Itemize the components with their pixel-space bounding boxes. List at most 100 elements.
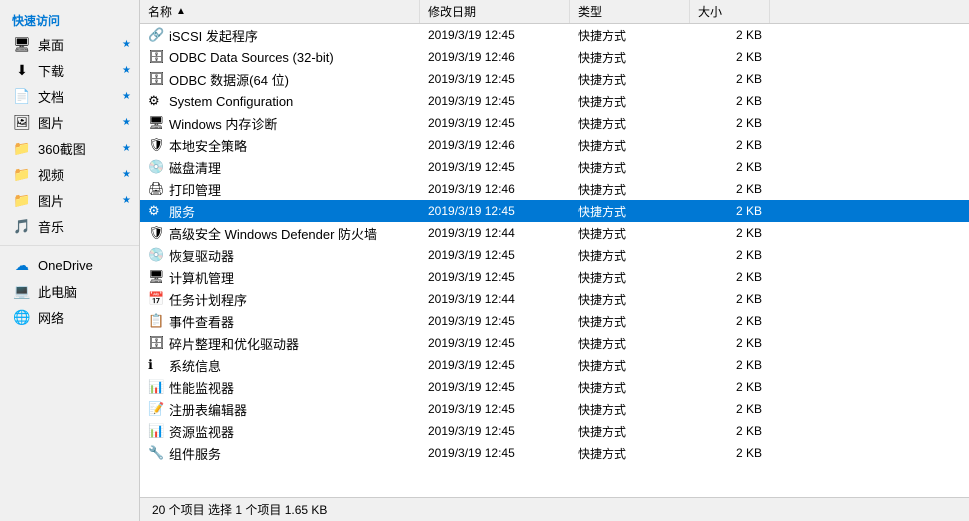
file-name-cell: 📅 任务计划程序 bbox=[140, 290, 420, 309]
file-name: 计算机管理 bbox=[169, 268, 234, 287]
downloads-icon: ⬇ bbox=[12, 60, 32, 80]
col-header-name[interactable]: 名称 ▲ bbox=[140, 0, 420, 23]
file-date-cell: 2019/3/19 12:44 bbox=[420, 226, 570, 240]
file-size-cell: 2 KB bbox=[690, 182, 770, 196]
file-name: 注册表编辑器 bbox=[169, 400, 247, 419]
pin-icon: ★ bbox=[122, 195, 131, 206]
col-header-date[interactable]: 修改日期 bbox=[420, 0, 570, 23]
file-icon: 📝 bbox=[148, 401, 164, 417]
file-name-cell: 🖥 计算机管理 bbox=[140, 268, 420, 287]
table-row[interactable]: ⚙ 服务 2019/3/19 12:45 快捷方式 2 KB bbox=[140, 200, 969, 222]
sidebar-item-network[interactable]: 🌐 网络 bbox=[0, 304, 139, 330]
table-row[interactable]: 📝 注册表编辑器 2019/3/19 12:45 快捷方式 2 KB bbox=[140, 398, 969, 420]
sidebar-item-pictures[interactable]: 📁 图片 ★ bbox=[0, 187, 139, 213]
file-icon: 🔧 bbox=[148, 445, 164, 461]
file-type-cell: 快捷方式 bbox=[570, 27, 690, 44]
file-name: 性能监视器 bbox=[169, 378, 234, 397]
file-name: 碎片整理和优化驱动器 bbox=[169, 334, 299, 353]
file-date-cell: 2019/3/19 12:45 bbox=[420, 204, 570, 218]
table-row[interactable]: 🖨 打印管理 2019/3/19 12:46 快捷方式 2 KB bbox=[140, 178, 969, 200]
file-date-cell: 2019/3/19 12:45 bbox=[420, 28, 570, 42]
table-row[interactable]: 📋 事件查看器 2019/3/19 12:45 快捷方式 2 KB bbox=[140, 310, 969, 332]
file-name-cell: ⚙ 服务 bbox=[140, 202, 420, 221]
file-name-cell: 🗄 ODBC Data Sources (32-bit) bbox=[140, 49, 420, 65]
file-name: 资源监视器 bbox=[169, 422, 234, 441]
file-type-cell: 快捷方式 bbox=[570, 181, 690, 198]
table-row[interactable]: 🗄 ODBC Data Sources (32-bit) 2019/3/19 1… bbox=[140, 46, 969, 68]
table-row[interactable]: 🗄 ODBC 数据源(64 位) 2019/3/19 12:45 快捷方式 2 … bbox=[140, 68, 969, 90]
table-row[interactable]: ⚙ System Configuration 2019/3/19 12:45 快… bbox=[140, 90, 969, 112]
table-row[interactable]: 🛡 本地安全策略 2019/3/19 12:46 快捷方式 2 KB bbox=[140, 134, 969, 156]
table-row[interactable]: 💿 恢复驱动器 2019/3/19 12:45 快捷方式 2 KB bbox=[140, 244, 969, 266]
docs-icon: 📄 bbox=[12, 86, 32, 106]
file-size-cell: 2 KB bbox=[690, 50, 770, 64]
file-name-cell: 🔗 iSCSI 发起程序 bbox=[140, 26, 420, 45]
file-name-cell: 🗄 ODBC 数据源(64 位) bbox=[140, 70, 420, 89]
file-name-cell: 🔧 组件服务 bbox=[140, 444, 420, 463]
music-icon: 🎵 bbox=[12, 216, 32, 236]
file-icon: 💿 bbox=[148, 247, 164, 263]
file-icon: 💿 bbox=[148, 159, 164, 175]
table-row[interactable]: 🗄 碎片整理和优化驱动器 2019/3/19 12:45 快捷方式 2 KB bbox=[140, 332, 969, 354]
table-row[interactable]: 🔗 iSCSI 发起程序 2019/3/19 12:45 快捷方式 2 KB bbox=[140, 24, 969, 46]
sidebar-item-music[interactable]: 🎵 音乐 bbox=[0, 213, 139, 239]
file-size-cell: 2 KB bbox=[690, 446, 770, 460]
status-text: 20 个项目 选择 1 个项目 1.65 KB bbox=[152, 501, 327, 518]
file-type-cell: 快捷方式 bbox=[570, 159, 690, 176]
sidebar-item-label: 图片 bbox=[38, 191, 120, 210]
file-size-cell: 2 KB bbox=[690, 292, 770, 306]
sidebar-item-desktop[interactable]: 🖥 桌面 ★ bbox=[0, 31, 139, 57]
file-icon: ⚙ bbox=[148, 93, 164, 109]
file-size-cell: 2 KB bbox=[690, 314, 770, 328]
table-row[interactable]: 🖥 Windows 内存诊断 2019/3/19 12:45 快捷方式 2 KB bbox=[140, 112, 969, 134]
sidebar-item-docs[interactable]: 📄 文档 ★ bbox=[0, 83, 139, 109]
pin-icon: ★ bbox=[122, 91, 131, 102]
sidebar-item-onedrive[interactable]: ☁ OneDrive bbox=[0, 252, 139, 278]
table-row[interactable]: 📅 任务计划程序 2019/3/19 12:44 快捷方式 2 KB bbox=[140, 288, 969, 310]
file-list[interactable]: 🔗 iSCSI 发起程序 2019/3/19 12:45 快捷方式 2 KB 🗄… bbox=[140, 24, 969, 497]
file-icon: 📋 bbox=[148, 313, 164, 329]
file-icon: 🛡 bbox=[148, 225, 164, 241]
table-row[interactable]: 📊 资源监视器 2019/3/19 12:45 快捷方式 2 KB bbox=[140, 420, 969, 442]
file-name-cell: 📊 性能监视器 bbox=[140, 378, 420, 397]
file-size-cell: 2 KB bbox=[690, 116, 770, 130]
file-icon: 🗄 bbox=[148, 49, 164, 65]
col-header-type[interactable]: 类型 bbox=[570, 0, 690, 23]
file-date-cell: 2019/3/19 12:45 bbox=[420, 358, 570, 372]
col-header-size[interactable]: 大小 bbox=[690, 0, 770, 23]
sidebar-item-videos[interactable]: 📁 视频 ★ bbox=[0, 161, 139, 187]
sidebar-item-360[interactable]: 📁 360截图 ★ bbox=[0, 135, 139, 161]
sidebar-item-label: 文档 bbox=[38, 87, 120, 106]
file-name-cell: ⚙ System Configuration bbox=[140, 93, 420, 109]
file-icon: 📅 bbox=[148, 291, 164, 307]
file-name: 任务计划程序 bbox=[169, 290, 247, 309]
file-size-cell: 2 KB bbox=[690, 94, 770, 108]
file-size-cell: 2 KB bbox=[690, 248, 770, 262]
file-icon: 🖨 bbox=[148, 181, 164, 197]
table-row[interactable]: ℹ 系统信息 2019/3/19 12:45 快捷方式 2 KB bbox=[140, 354, 969, 376]
file-icon: ℹ bbox=[148, 357, 164, 373]
file-size-cell: 2 KB bbox=[690, 336, 770, 350]
file-date-cell: 2019/3/19 12:45 bbox=[420, 336, 570, 350]
file-icon: 🗄 bbox=[148, 71, 164, 87]
table-row[interactable]: 💿 磁盘清理 2019/3/19 12:45 快捷方式 2 KB bbox=[140, 156, 969, 178]
sidebar-item-pics[interactable]: 🖼 图片 ★ bbox=[0, 109, 139, 135]
file-size-cell: 2 KB bbox=[690, 270, 770, 284]
table-row[interactable]: 🛡 高级安全 Windows Defender 防火墙 2019/3/19 12… bbox=[140, 222, 969, 244]
file-name: iSCSI 发起程序 bbox=[169, 26, 258, 45]
table-row[interactable]: 📊 性能监视器 2019/3/19 12:45 快捷方式 2 KB bbox=[140, 376, 969, 398]
file-size-cell: 2 KB bbox=[690, 402, 770, 416]
file-type-cell: 快捷方式 bbox=[570, 423, 690, 440]
file-size-cell: 2 KB bbox=[690, 226, 770, 240]
sidebar-item-downloads[interactable]: ⬇ 下载 ★ bbox=[0, 57, 139, 83]
file-date-cell: 2019/3/19 12:45 bbox=[420, 248, 570, 262]
file-date-cell: 2019/3/19 12:45 bbox=[420, 314, 570, 328]
file-name-cell: 🗄 碎片整理和优化驱动器 bbox=[140, 334, 420, 353]
table-row[interactable]: 🖥 计算机管理 2019/3/19 12:45 快捷方式 2 KB bbox=[140, 266, 969, 288]
file-size-cell: 2 KB bbox=[690, 204, 770, 218]
table-row[interactable]: 🔧 组件服务 2019/3/19 12:45 快捷方式 2 KB bbox=[140, 442, 969, 464]
sidebar-item-thispc[interactable]: 💻 此电脑 bbox=[0, 278, 139, 304]
file-name-cell: 🛡 高级安全 Windows Defender 防火墙 bbox=[140, 224, 420, 243]
file-date-cell: 2019/3/19 12:45 bbox=[420, 116, 570, 130]
pin-icon: ★ bbox=[122, 169, 131, 180]
